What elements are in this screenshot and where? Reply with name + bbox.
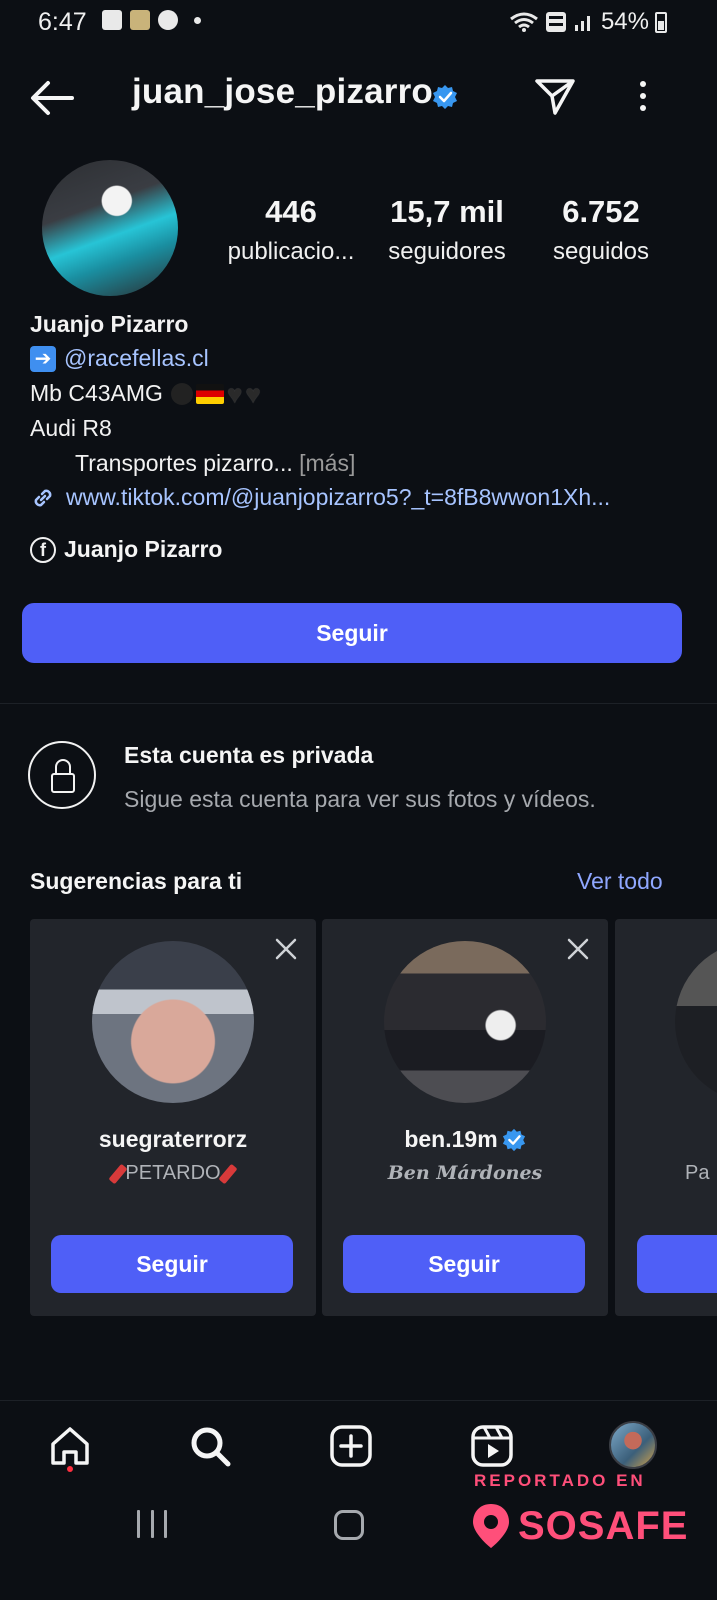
home-icon[interactable] [48, 1424, 92, 1468]
suggestion-username[interactable]: suegraterrorz [30, 1126, 316, 1153]
verified-badge-icon [502, 1128, 525, 1151]
suggestion-card-partial[interactable]: Pa [615, 919, 717, 1316]
send-message-icon[interactable] [533, 76, 577, 116]
germany-flag-icon [195, 383, 224, 404]
bio-mention-link[interactable]: @racefellas.cl [64, 345, 209, 372]
bio-car-line: Mb C43AMG ♥ ♥ [30, 380, 261, 407]
location-pin-icon [473, 1504, 509, 1548]
bio-link-text: www.tiktok.com/@juanjopizarro5?_t=8fB8ww… [66, 484, 611, 510]
notification-dot [67, 1466, 73, 1472]
suggestion-subtitle-text: PETARDO [125, 1162, 221, 1184]
close-icon[interactable] [566, 937, 590, 961]
watermark-brand: SOSAFE [518, 1503, 689, 1548]
stat-following[interactable]: 6.752 seguidos [540, 194, 662, 266]
suggestion-card[interactable]: suegraterrorz PETARDO Seguir [30, 919, 316, 1316]
bio-transport-text: Transportes pizarro... [75, 450, 293, 476]
suggestion-follow-button[interactable] [637, 1235, 717, 1293]
suggestion-username[interactable]: ben.19m [322, 1126, 608, 1153]
stat-following-value: 6.752 [562, 194, 640, 229]
suggestions-title: Sugerencias para ti [30, 868, 243, 894]
follow-button[interactable]: Seguir [22, 603, 682, 663]
bio-name: Juanjo Pizarro [30, 311, 189, 337]
suggestion-avatar[interactable] [384, 941, 546, 1103]
stat-followers-value: 15,7 mil [390, 194, 504, 229]
see-all-link[interactable]: Ver todo [577, 868, 663, 895]
bio-line-audi: Audi R8 [30, 415, 112, 441]
link-icon [34, 489, 52, 506]
dot-icon [194, 16, 201, 24]
create-post-icon[interactable] [329, 1424, 373, 1468]
profile-username: juan_jose_pizarro [132, 72, 434, 111]
back-arrow-icon[interactable] [28, 78, 76, 118]
stat-posts-label: publicacio... [227, 238, 355, 265]
lock-icon [28, 741, 96, 809]
stat-posts[interactable]: 446 publicacio... [222, 194, 360, 266]
status-right: 54% [509, 8, 667, 36]
pinterest-icon [158, 10, 178, 30]
search-icon[interactable] [188, 1424, 232, 1468]
wifi-icon [510, 12, 538, 32]
stat-posts-value: 446 [265, 194, 317, 229]
bio-car-text: Mb C43AMG [30, 380, 163, 406]
system-home-icon[interactable] [334, 1510, 364, 1540]
watermark-caption: REPORTADO EN [474, 1471, 646, 1490]
signal-icon [574, 16, 590, 31]
bio-emojis: ♥ ♥ [170, 378, 261, 409]
suggestion-card[interactable]: ben.19m Ben Márdones Seguir [322, 919, 608, 1316]
status-left-icons [102, 10, 201, 30]
more-options-icon[interactable] [630, 76, 656, 116]
photo-icon [130, 10, 150, 30]
private-account-subtitle: Sigue esta cuenta para ver sus fotos y v… [124, 786, 596, 812]
suggestion-username-text: suegraterrorz [98, 1126, 248, 1152]
suggestion-subtitle: Ben Márdones [387, 1162, 543, 1184]
suggestion-avatar[interactable] [675, 941, 717, 1103]
status-time: 6:47 [38, 8, 87, 36]
facebook-name: Juanjo Pizarro [64, 536, 223, 562]
reels-icon[interactable] [470, 1424, 514, 1468]
stat-followers-label: seguidores [388, 238, 506, 265]
black-heart-icon: ♥ [226, 378, 243, 409]
verified-badge-icon [433, 85, 457, 109]
close-icon[interactable] [274, 937, 298, 961]
gallery-icon [102, 10, 122, 30]
suggestion-follow-button[interactable]: Seguir [51, 1235, 293, 1293]
facebook-icon: f [30, 536, 56, 563]
profile-avatar[interactable] [42, 160, 178, 296]
private-account-title: Esta cuenta es privada [124, 742, 374, 768]
bio-external-link[interactable]: www.tiktok.com/@juanjopizarro5?_t=8fB8ww… [30, 484, 610, 511]
suggestion-username-text: ben.19m [404, 1126, 498, 1152]
bio-line-transport: Transportes pizarro... [más] [75, 450, 355, 477]
profile-tab-avatar[interactable] [609, 1421, 657, 1469]
vowifi-icon [545, 12, 566, 32]
right-arrow-icon: ➔ [30, 345, 56, 372]
firecracker-icon [218, 1163, 238, 1184]
suggestion-subtitle: PETARDO [30, 1162, 316, 1185]
facebook-link[interactable]: f Juanjo Pizarro [30, 536, 222, 563]
stat-followers[interactable]: 15,7 mil seguidores [378, 194, 516, 266]
sosafe-watermark: SOSAFE [470, 1502, 688, 1550]
suggestion-follow-button[interactable]: Seguir [343, 1235, 585, 1293]
stat-following-label: seguidos [552, 238, 650, 265]
battery-icon [655, 11, 667, 33]
black-heart-icon: ♥ [245, 378, 261, 409]
battery-percent: 54% [600, 8, 649, 35]
bio-more-link[interactable]: [más] [299, 450, 355, 476]
suggestion-subtitle: Pa [685, 1162, 710, 1184]
recent-apps-icon[interactable] [137, 1510, 167, 1540]
bomb-icon [170, 382, 193, 405]
section-divider [0, 703, 717, 704]
bio-mention-line: ➔ @racefellas.cl [30, 345, 209, 372]
suggestion-avatar[interactable] [92, 941, 254, 1103]
